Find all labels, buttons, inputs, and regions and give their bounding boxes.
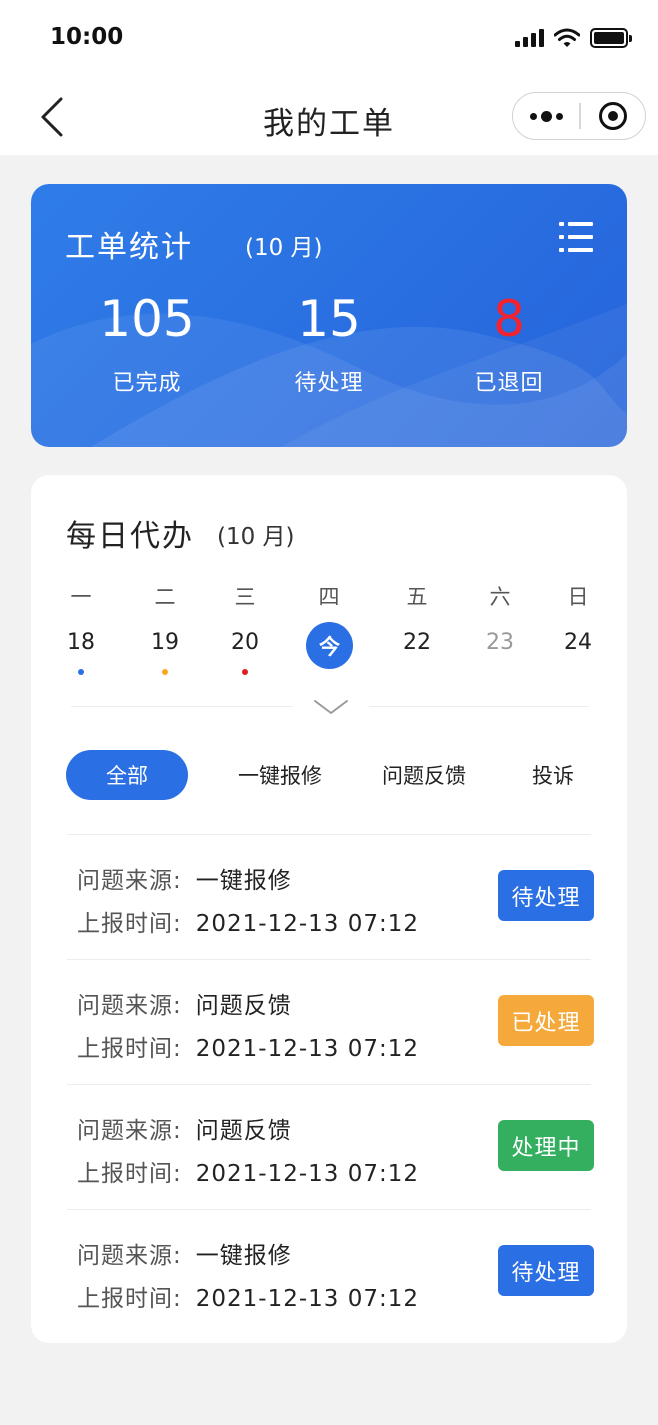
stat-pending[interactable]: 15 待处理 [239, 288, 419, 397]
calendar-day[interactable]: 18 [51, 630, 111, 655]
task-dot [242, 669, 248, 675]
more-button[interactable] [513, 93, 579, 139]
time-value: 2021-12-13 07:12 [195, 911, 420, 937]
source-value: 问题反馈 [195, 993, 292, 1019]
status-badge[interactable]: 处理中 [498, 1120, 594, 1171]
source-label: 问题来源: [77, 1243, 182, 1269]
todo-title: 每日代办 [66, 519, 194, 554]
list-item[interactable]: 问题来源: 一键报修 上报时间: 2021-12-13 07:12 待处理 [67, 834, 594, 959]
calendar-day[interactable]: 23 [470, 630, 530, 655]
time-value: 2021-12-13 07:12 [195, 1036, 420, 1062]
stats-month: (10 月) [245, 235, 323, 261]
source-value: 一键报修 [195, 868, 292, 894]
weekday-label: 三 [234, 585, 256, 609]
status-time: 10:00 [50, 24, 124, 50]
top-area: 10:00 我的工单 [0, 0, 658, 155]
list-item[interactable]: 问题来源: 一键报修 上报时间: 2021-12-13 07:12 待处理 [67, 1209, 594, 1334]
record-list: 问题来源: 一键报修 上报时间: 2021-12-13 07:12 待处理 问题来源… [67, 834, 594, 1334]
stats-title: 工单统计 [65, 230, 193, 265]
todo-month: (10 月) [217, 524, 295, 550]
tab-complaint[interactable]: 投诉 [513, 750, 593, 800]
calendar-divider [369, 706, 589, 707]
close-mini-program-button[interactable] [581, 93, 646, 139]
stat-value: 8 [493, 290, 525, 348]
signal-icon [515, 29, 544, 47]
list-item[interactable]: 问题来源: 问题反馈 上报时间: 2021-12-13 07:12 已处理 [67, 959, 594, 1084]
time-label: 上报时间: [77, 1036, 182, 1062]
status-badge[interactable]: 已处理 [498, 995, 594, 1046]
chevron-down-icon[interactable] [311, 697, 351, 719]
stat-completed[interactable]: 105 已完成 [57, 288, 237, 397]
time-value: 2021-12-13 07:12 [195, 1161, 420, 1187]
time-value: 2021-12-13 07:12 [195, 1286, 420, 1312]
time-label: 上报时间: [77, 1161, 182, 1187]
weekday-label: 五 [406, 585, 428, 609]
source-value: 问题反馈 [195, 1118, 292, 1144]
tab-feedback[interactable]: 问题反馈 [365, 750, 483, 800]
mini-program-capsule [512, 92, 646, 140]
weekday-label: 四 [318, 585, 340, 609]
stat-label: 已完成 [112, 371, 182, 396]
time-label: 上报时间: [77, 911, 182, 937]
stats-card: 工单统计 (10 月) 105 已完成 15 待处理 8 已退回 [31, 184, 627, 447]
list-item[interactable]: 问题来源: 问题反馈 上报时间: 2021-12-13 07:12 处理中 [67, 1084, 594, 1209]
calendar-divider [71, 706, 293, 707]
stat-value: 105 [99, 290, 195, 348]
calendar-day[interactable]: 24 [548, 630, 608, 655]
status-icons [515, 26, 632, 50]
calendar-day-today[interactable]: 今 [306, 622, 353, 669]
weekday-label: 二 [154, 585, 176, 609]
tab-one-click-repair[interactable]: 一键报修 [221, 750, 339, 800]
more-dots-icon [529, 112, 537, 120]
tab-all[interactable]: 全部 [66, 750, 188, 800]
source-value: 一键报修 [195, 1243, 292, 1269]
weekday-label: 一 [70, 585, 92, 609]
status-badge[interactable]: 待处理 [498, 1245, 594, 1296]
source-label: 问题来源: [77, 1118, 182, 1144]
status-badge[interactable]: 待处理 [498, 870, 594, 921]
battery-icon [590, 28, 632, 48]
weekday-label: 六 [489, 585, 511, 609]
source-label: 问题来源: [77, 993, 182, 1019]
stat-label: 已退回 [474, 371, 544, 396]
task-dot [162, 669, 168, 675]
calendar-day[interactable]: 22 [387, 630, 447, 655]
daily-todo-card: 每日代办 (10 月) 一 二 三 四 五 六 日 18 19 20 今 22 … [31, 475, 627, 1343]
stat-value: 15 [297, 290, 361, 348]
nav-bar: 我的工单 [0, 78, 658, 155]
wifi-icon [554, 28, 580, 47]
list-icon[interactable] [559, 222, 593, 252]
status-bar: 10:00 [0, 0, 658, 78]
time-label: 上报时间: [77, 1286, 182, 1312]
stat-label: 待处理 [294, 371, 364, 396]
source-label: 问题来源: [77, 868, 182, 894]
calendar-day[interactable]: 19 [135, 630, 195, 655]
weekday-label: 日 [567, 585, 589, 609]
task-dot [78, 669, 84, 675]
stat-returned[interactable]: 8 已退回 [419, 288, 599, 397]
calendar-day[interactable]: 20 [215, 630, 275, 655]
target-icon [598, 102, 627, 130]
